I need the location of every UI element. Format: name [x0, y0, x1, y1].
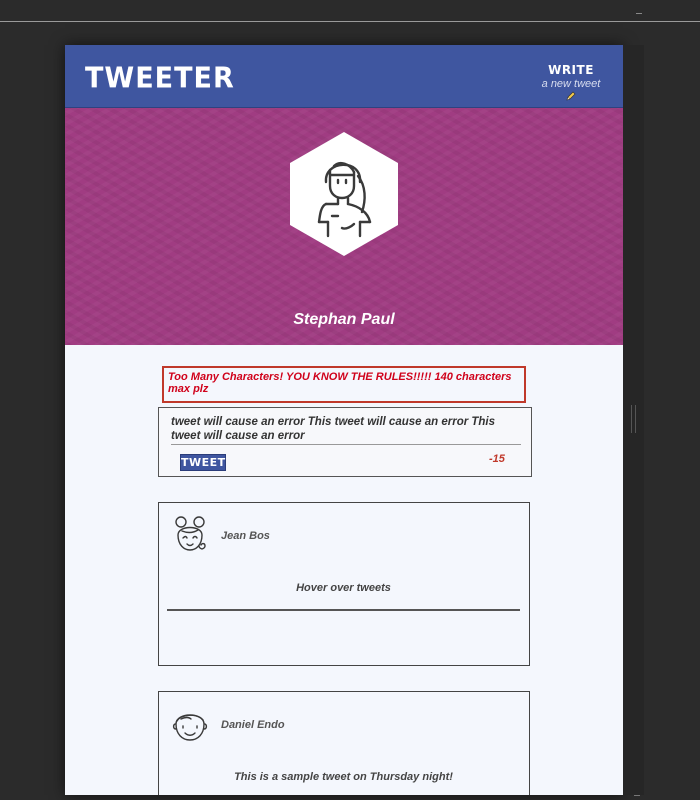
char-count: -15: [489, 453, 505, 465]
corner-mark: [634, 795, 640, 796]
tweet-textarea[interactable]: tweet will cause an error This tweet wil…: [171, 415, 521, 445]
tweet-body: Hover over tweets: [296, 582, 391, 594]
tweet-button[interactable]: TWEET: [180, 454, 226, 471]
write-tweet-link[interactable]: WRITE a new tweet: [536, 63, 606, 101]
profile-banner: Stephan Paul: [65, 108, 623, 345]
boy-avatar-icon: [172, 714, 208, 741]
tweet-card[interactable]: Jean Bos Hover over tweets: [158, 502, 530, 666]
tweet-body: This is a sample tweet on Thursday night…: [234, 771, 453, 783]
tweet-divider: [167, 609, 520, 611]
navbar: TWEETER WRITE a new tweet: [65, 45, 623, 108]
error-message: Too Many Characters! YOU KNOW THE RULES!…: [162, 366, 526, 403]
tweet-author: Jean Bos: [221, 530, 270, 542]
top-divider: [0, 21, 700, 22]
profile-name: Stephan Paul: [293, 311, 395, 328]
girl-avatar-icon: [175, 516, 206, 551]
write-title: WRITE: [548, 63, 594, 77]
window-tick: [636, 13, 642, 14]
tweet-card[interactable]: Daniel Endo This is a sample tweet on Th…: [158, 691, 530, 795]
pencil-icon: [566, 91, 576, 101]
female-avatar-icon: [290, 132, 398, 256]
compose-tweet-box: tweet will cause an error This tweet wil…: [158, 407, 532, 477]
app-page: TWEETER WRITE a new tweet Stephan Paul T…: [65, 45, 623, 795]
app-logo[interactable]: TWEETER: [85, 62, 235, 95]
resize-handle[interactable]: [631, 405, 636, 433]
write-subtitle: a new tweet: [541, 78, 601, 90]
tweet-author: Daniel Endo: [221, 719, 285, 731]
